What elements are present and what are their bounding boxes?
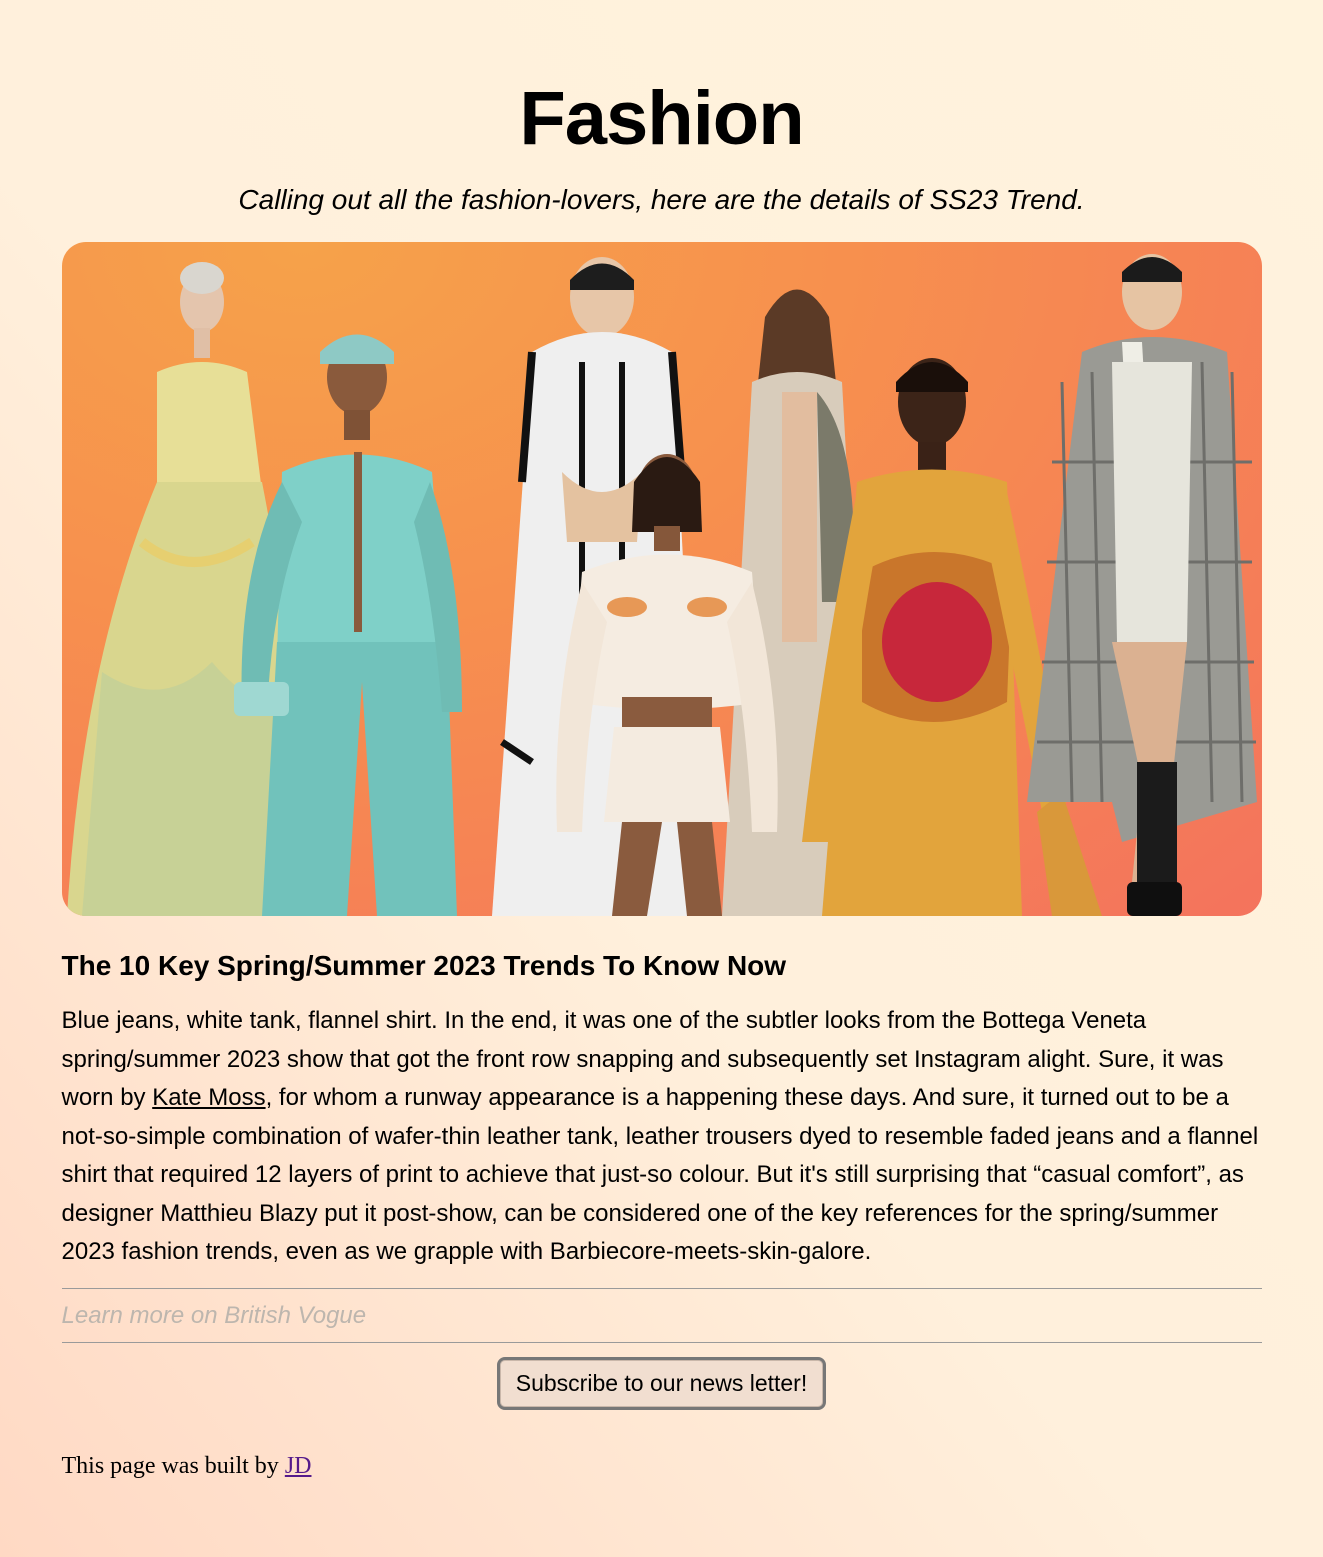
divider-bottom bbox=[61, 1341, 1262, 1343]
page-subtitle: Calling out all the fashion-lovers, here… bbox=[238, 184, 1085, 215]
runway-models-illustration bbox=[66, 254, 1257, 916]
subscribe-button[interactable]: Subscribe to our news letter! bbox=[496, 1356, 827, 1410]
page-container: Fashion Calling out all the fashion-love… bbox=[61, 0, 1262, 1482]
hero-image bbox=[61, 242, 1262, 916]
learn-more-text: Learn more on British Vogue bbox=[61, 1301, 367, 1329]
page-title: Fashion bbox=[519, 76, 804, 161]
article-heading: The 10 Key Spring/Summer 2023 Trends To … bbox=[61, 950, 787, 981]
author-link[interactable]: JD bbox=[285, 1453, 312, 1479]
model-teal-jumpsuit bbox=[233, 334, 462, 916]
kate-moss-link[interactable]: Kate Moss bbox=[152, 1084, 265, 1111]
article-body-part2: , for whom a runway appearance is a happ… bbox=[61, 1084, 1259, 1265]
footer-text: This page was built by bbox=[61, 1452, 285, 1479]
subscribe-container: Subscribe to our news letter! bbox=[62, 1356, 1262, 1410]
footer: This page was built by JD bbox=[62, 1450, 1262, 1482]
article-body: Blue jeans, white tank, flannel shirt. I… bbox=[62, 1002, 1262, 1272]
